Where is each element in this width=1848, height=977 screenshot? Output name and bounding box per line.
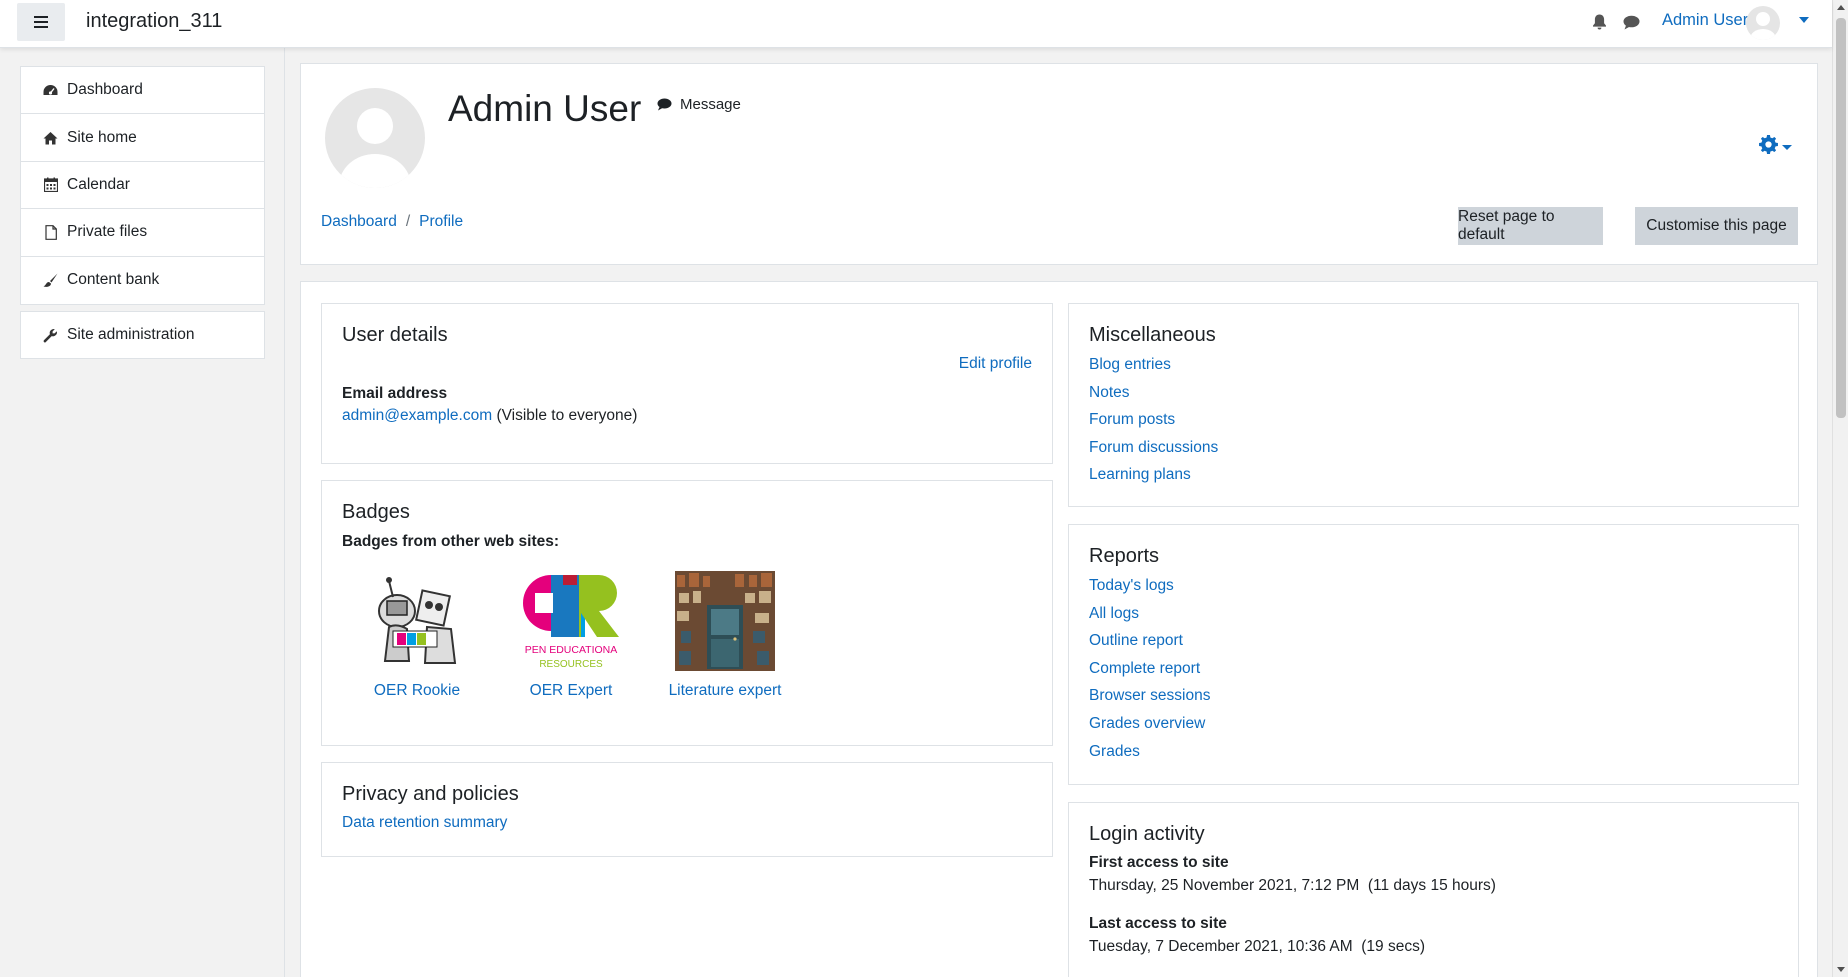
first-access-value: Thursday, 25 November 2021, 7:12 PM (11 … xyxy=(1089,877,1496,894)
drawer-main-group: Dashboard Site home Calendar Private fil… xyxy=(20,66,265,305)
grades-overview-link[interactable]: Grades overview xyxy=(1089,715,1205,732)
chat-icon[interactable] xyxy=(1621,12,1641,32)
badges-section: Badges Badges from other web sites: OER … xyxy=(321,480,1053,746)
hamburger-icon xyxy=(34,21,48,23)
brush-icon xyxy=(42,272,59,289)
breadcrumb-item-dashboard[interactable]: Dashboard xyxy=(321,213,397,231)
badge-oer-expert[interactable]: PEN EDUCATIONA RESOURCES OER Expert xyxy=(501,571,641,700)
site-name[interactable]: integration_311 xyxy=(86,10,222,33)
drawer-item-label: Private files xyxy=(67,223,148,241)
drawer-item-label: Content bank xyxy=(67,271,160,289)
email-row: admin@example.com (Visible to everyone) xyxy=(342,407,637,425)
user-menu-name[interactable]: Admin User xyxy=(1662,11,1748,30)
badge-literature-expert[interactable]: Literature expert xyxy=(655,571,795,700)
page-actions-menu[interactable] xyxy=(1758,134,1792,160)
all-logs-link[interactable]: All logs xyxy=(1089,605,1139,622)
oer-expert-text-line-2: RESOURCES xyxy=(539,659,603,670)
page-scrollbar[interactable] xyxy=(1832,0,1848,977)
file-icon xyxy=(42,224,59,241)
dashboard-icon xyxy=(42,82,59,99)
drawer-item-label: Site administration xyxy=(67,326,195,343)
oer-expert-text-line-1: PEN EDUCATIONA xyxy=(525,644,618,656)
home-icon xyxy=(42,129,59,146)
todays-logs-link[interactable]: Today's logs xyxy=(1089,577,1174,594)
forum-posts-link[interactable]: Forum posts xyxy=(1089,411,1175,428)
drawer-item-site-administration[interactable]: Site administration xyxy=(21,312,264,358)
last-access-value: Tuesday, 7 December 2021, 10:36 AM (19 s… xyxy=(1089,938,1426,955)
gear-icon xyxy=(1758,134,1779,160)
page-header: Admin User Message Dashboard / Profile R… xyxy=(300,63,1818,265)
section-title: User details xyxy=(342,324,448,346)
user-avatar[interactable] xyxy=(1746,6,1780,40)
badge-image-oer-logo: PEN EDUCATIONA RESOURCES xyxy=(521,571,621,671)
profile-avatar xyxy=(325,88,425,188)
badge-name[interactable]: OER Rookie xyxy=(374,682,460,699)
privacy-section: Privacy and policies Data retention summ… xyxy=(321,762,1053,857)
reports-section: Reports Today's logs All logs Outline re… xyxy=(1068,524,1799,785)
last-access-label: Last access to site xyxy=(1089,915,1227,932)
bell-icon[interactable] xyxy=(1589,12,1609,32)
badge-image-books xyxy=(675,571,775,671)
drawer-item-site-home[interactable]: Site home xyxy=(21,114,264,162)
email-visibility: (Visible to everyone) xyxy=(496,407,638,424)
chevron-down-icon xyxy=(1782,144,1792,150)
chat-icon xyxy=(657,98,672,111)
section-title: Miscellaneous xyxy=(1089,324,1216,346)
badge-oer-rookie[interactable]: OER Rookie xyxy=(347,571,487,700)
drawer-item-label: Dashboard xyxy=(67,81,143,99)
drawer-item-content-bank[interactable]: Content bank xyxy=(21,257,264,304)
outline-report-link[interactable]: Outline report xyxy=(1089,632,1183,649)
complete-report-link[interactable]: Complete report xyxy=(1089,660,1200,677)
drawer-item-private-files[interactable]: Private files xyxy=(21,209,264,257)
page-title: Admin User xyxy=(448,88,642,129)
first-access-label: First access to site xyxy=(1089,854,1229,871)
user-details-section: User details Edit profile Email address … xyxy=(321,303,1053,464)
learning-plans-link[interactable]: Learning plans xyxy=(1089,466,1191,483)
login-activity-section: Login activity First access to site Thur… xyxy=(1068,802,1799,977)
section-title: Badges xyxy=(342,501,410,523)
breadcrumb-item-profile[interactable]: Profile xyxy=(419,213,463,231)
email-label: Email address xyxy=(342,385,448,402)
drawer-item-label: Calendar xyxy=(67,175,130,193)
customise-page-button[interactable]: Customise this page xyxy=(1635,207,1798,245)
reports-link-list: Today's logs All logs Outline report Com… xyxy=(1089,575,1210,768)
profile-content: User details Edit profile Email address … xyxy=(300,281,1818,977)
user-menu-caret-icon[interactable] xyxy=(1799,17,1809,23)
data-retention-link[interactable]: Data retention summary xyxy=(342,814,507,832)
blog-entries-link[interactable]: Blog entries xyxy=(1089,356,1171,373)
top-navbar: integration_311 Admin User xyxy=(0,0,1832,48)
grades-link[interactable]: Grades xyxy=(1089,743,1140,760)
drawer-toggle-button[interactable] xyxy=(17,3,65,41)
section-title: Privacy and policies xyxy=(342,783,519,805)
misc-link-list: Blog entries Notes Forum posts Forum dis… xyxy=(1089,354,1218,492)
breadcrumb-separator: / xyxy=(405,213,411,230)
drawer-admin-group: Site administration xyxy=(20,311,265,359)
message-label: Message xyxy=(680,96,741,113)
reset-page-button[interactable]: Reset page to default xyxy=(1458,207,1603,245)
nav-drawer: Dashboard Site home Calendar Private fil… xyxy=(0,48,285,977)
badge-name[interactable]: Literature expert xyxy=(669,682,782,699)
drawer-item-label: Site home xyxy=(67,128,137,146)
edit-profile-link[interactable]: Edit profile xyxy=(959,355,1032,373)
forum-discussions-link[interactable]: Forum discussions xyxy=(1089,439,1218,456)
drawer-item-calendar[interactable]: Calendar xyxy=(21,162,264,210)
section-title: Reports xyxy=(1089,545,1160,567)
miscellaneous-section: Miscellaneous Blog entries Notes Forum p… xyxy=(1068,303,1799,507)
badges-subtitle: Badges from other web sites: xyxy=(342,533,560,550)
drawer-item-dashboard[interactable]: Dashboard xyxy=(21,67,264,115)
notes-link[interactable]: Notes xyxy=(1089,384,1130,401)
section-title: Login activity xyxy=(1089,823,1205,845)
scroll-thumb[interactable] xyxy=(1836,18,1846,418)
email-link[interactable]: admin@example.com xyxy=(342,407,492,424)
scroll-down-icon[interactable] xyxy=(1837,967,1845,972)
wrench-icon xyxy=(42,327,59,344)
badge-name[interactable]: OER Expert xyxy=(530,682,613,699)
browser-sessions-link[interactable]: Browser sessions xyxy=(1089,687,1210,704)
breadcrumb: Dashboard / Profile xyxy=(321,213,463,231)
calendar-icon xyxy=(42,176,59,193)
badge-image-robot xyxy=(367,571,467,671)
scroll-up-icon[interactable] xyxy=(1837,5,1845,10)
message-button[interactable]: Message xyxy=(657,96,741,113)
